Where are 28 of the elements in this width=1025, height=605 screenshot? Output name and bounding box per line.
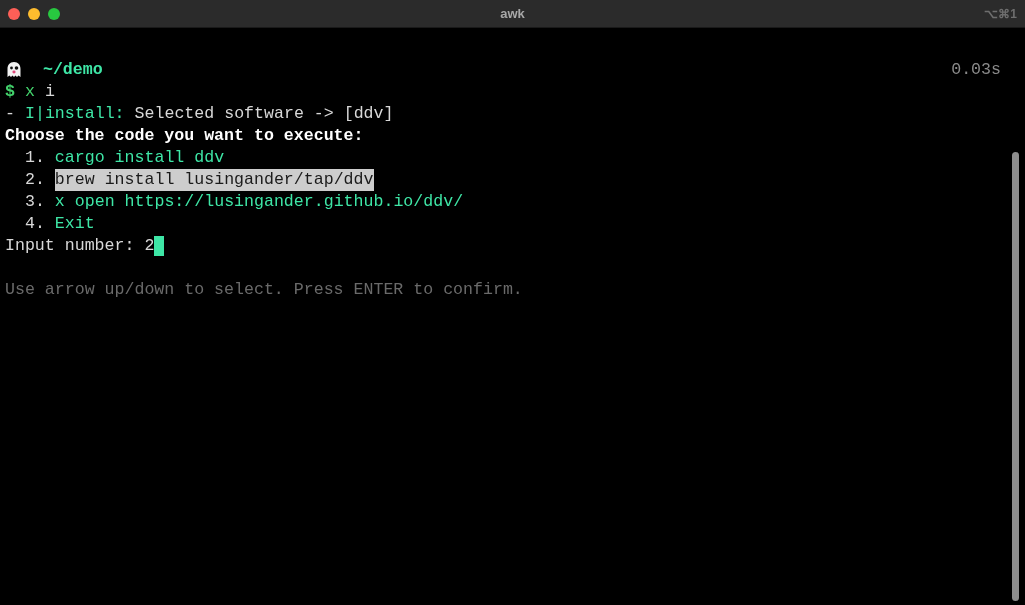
minimize-button[interactable] [28,7,40,20]
option-number: 4. [24,213,45,235]
ghost-icon [5,61,23,79]
command-duration: 0.03s [951,59,1001,81]
menu-option[interactable]: x open https://lusingander.github.io/ddv/ [54,191,464,213]
scrollbar[interactable] [1012,152,1019,601]
keyboard-shortcut: ⌥⌘1 [984,6,1017,21]
option-number: 1. [24,147,45,169]
log-prefix: - [5,103,15,125]
prompt-symbol: $ [5,81,15,103]
menu-option[interactable]: brew install lusingander/tap/ddv [54,169,374,191]
zoom-button[interactable] [48,7,60,20]
option-number: 3. [24,191,45,213]
command-name: x [24,81,35,103]
window-title: awk [500,6,525,21]
input-label: Input number: [5,235,135,257]
hint-text: Use arrow up/down to select. Press ENTER to confirm. [5,279,523,301]
log-tag: I|install: [24,103,125,125]
close-button[interactable] [8,7,20,20]
input-value[interactable]: 2 [144,235,155,257]
prompt-heading: Choose the code you want to execute: [5,125,364,147]
command-argument: i [44,81,55,103]
menu-option[interactable]: Exit [54,213,95,235]
text-cursor [154,236,165,256]
option-number: 2. [24,169,45,191]
log-message: Selected software -> [ddv] [134,103,394,125]
menu-option[interactable]: cargo install ddv [54,147,225,169]
directory-path: ~/demo [42,59,103,81]
